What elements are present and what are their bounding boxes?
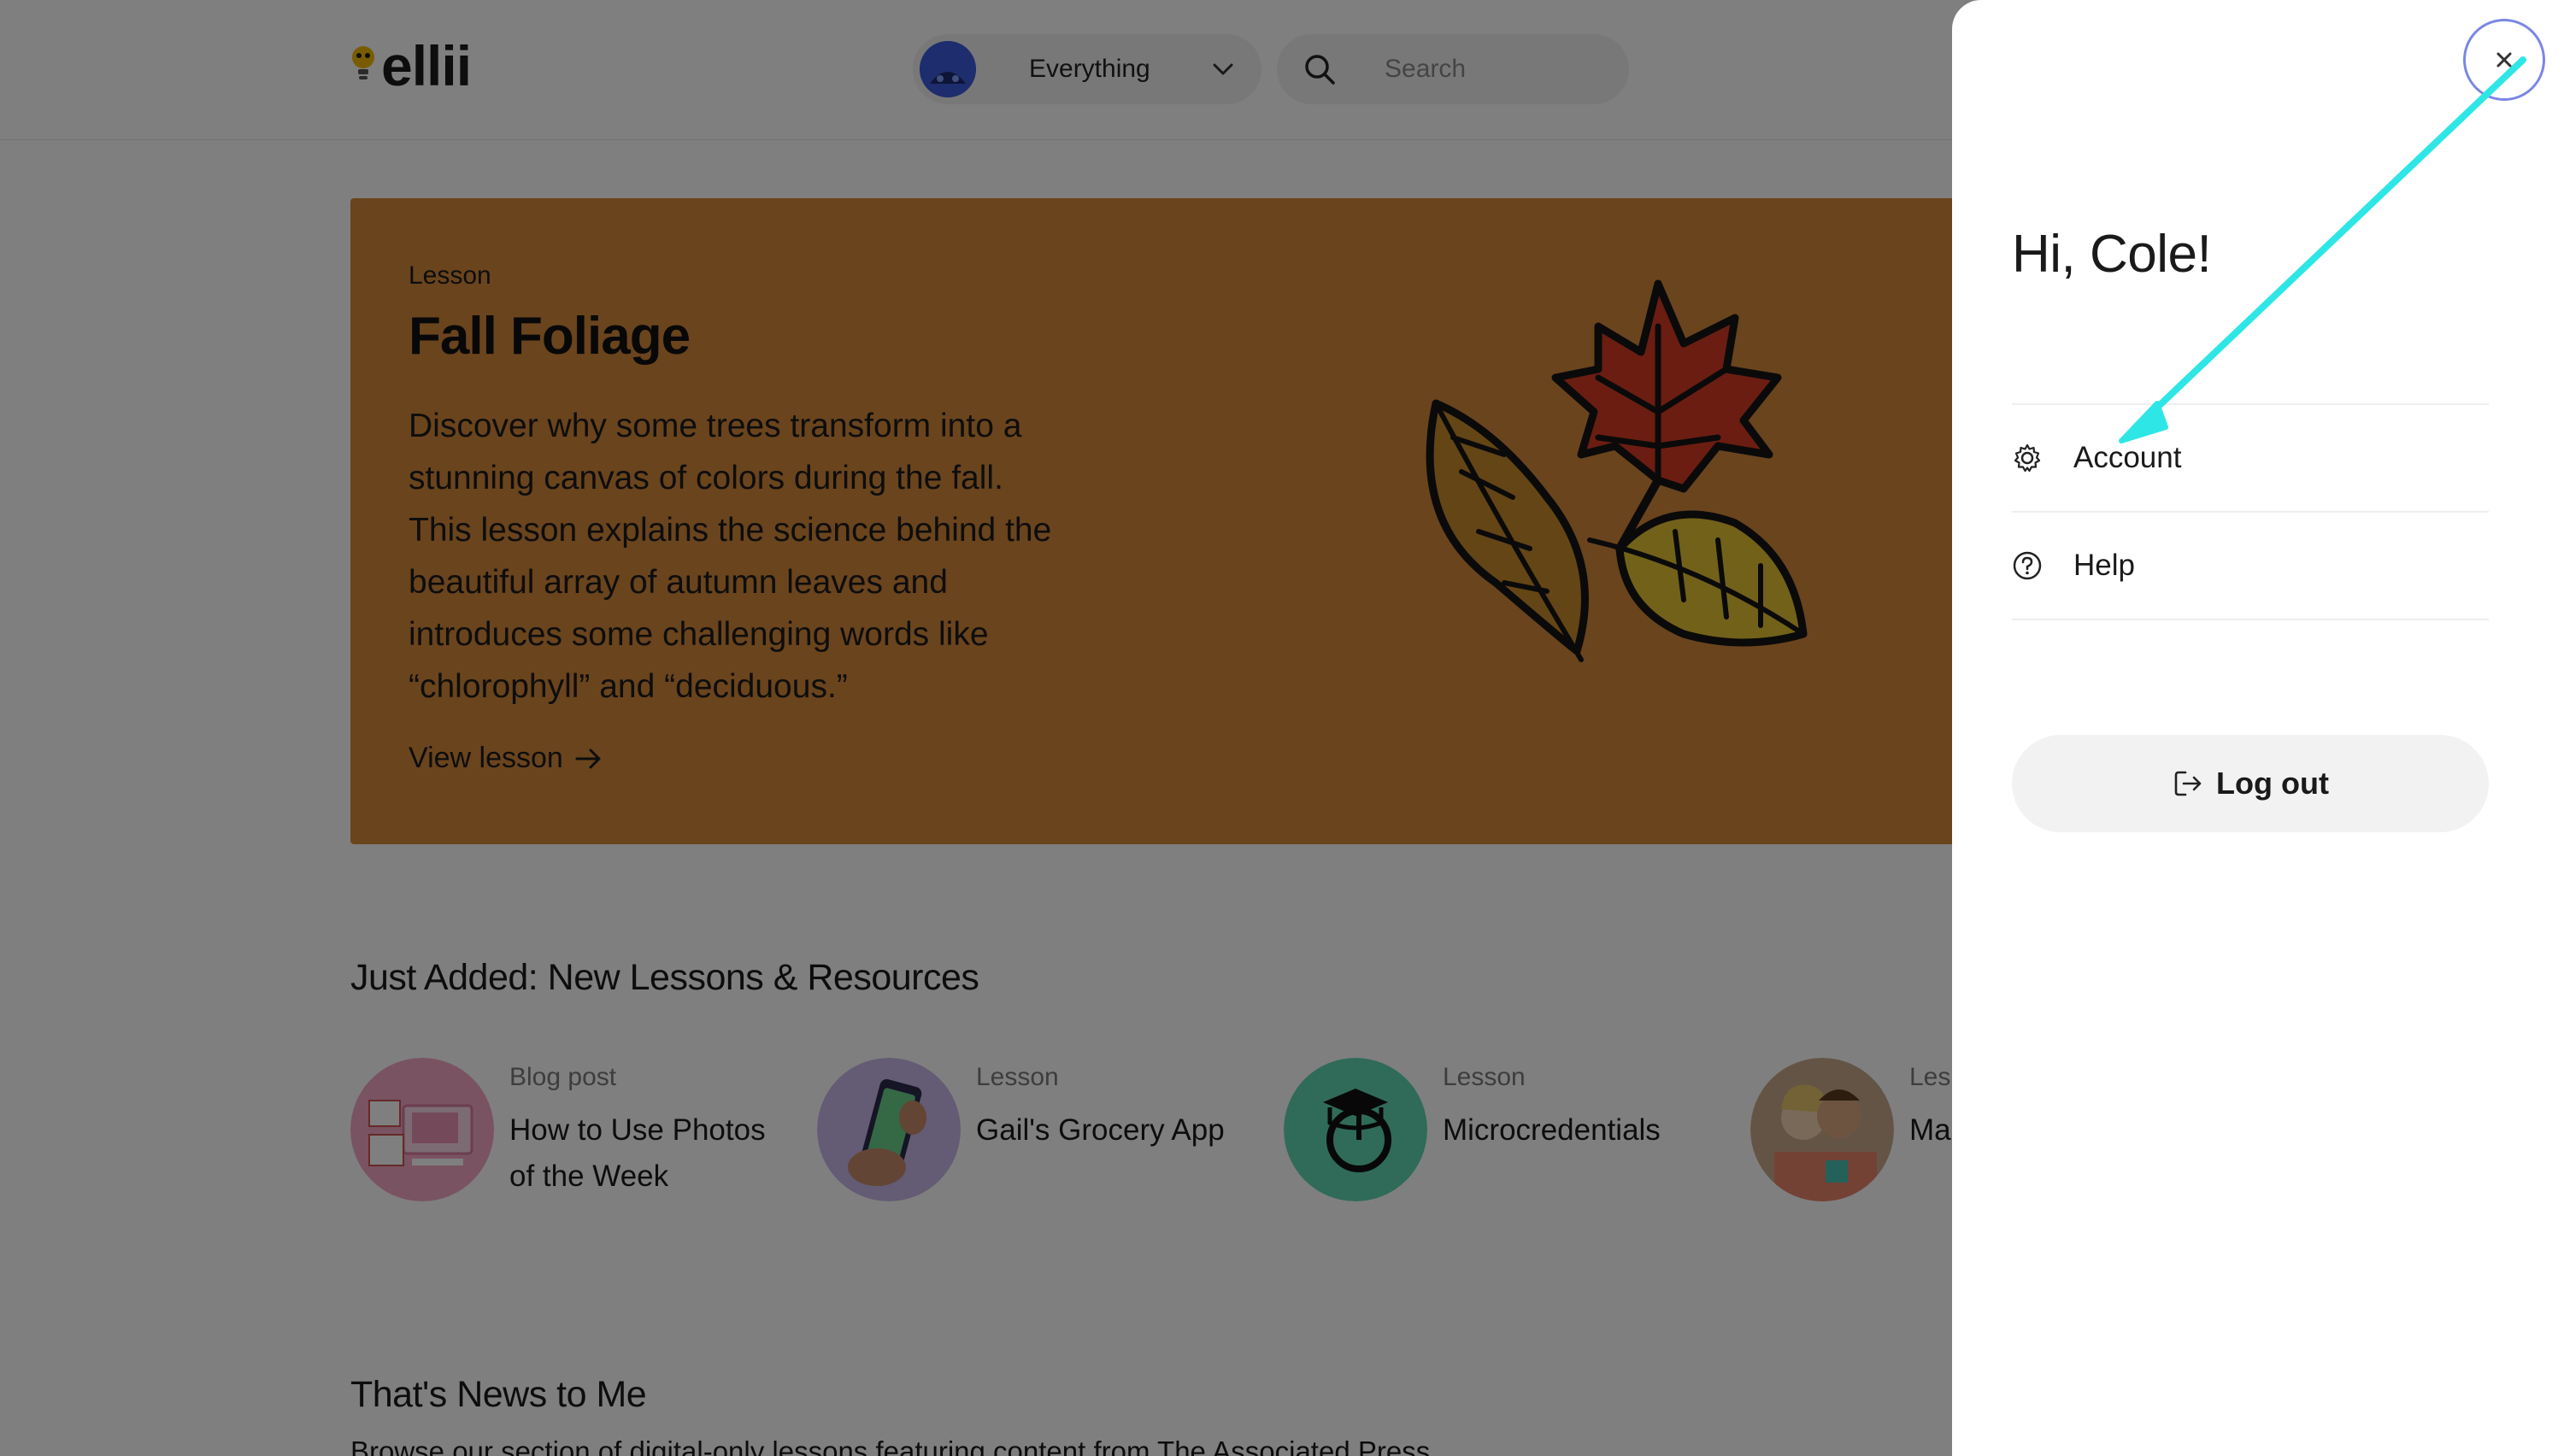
menu-item-account[interactable]: Account	[2012, 405, 2489, 511]
menu-item-help[interactable]: Help	[2012, 513, 2489, 619]
profile-drawer: Hi, Cole! Account Help Log out	[1952, 0, 2564, 1456]
close-icon	[2496, 52, 2512, 68]
divider	[2012, 619, 2489, 620]
logout-icon	[2174, 771, 2202, 796]
logout-button[interactable]: Log out	[2012, 735, 2489, 832]
question-circle-icon	[2013, 551, 2042, 580]
gear-icon	[2014, 443, 2041, 473]
logout-label: Log out	[2216, 766, 2329, 801]
menu-item-label: Account	[2073, 441, 2182, 474]
profile-menu: Account Help	[2012, 403, 2489, 620]
menu-item-label: Help	[2073, 549, 2135, 582]
greeting: Hi, Cole!	[2012, 225, 2212, 284]
close-button[interactable]	[2463, 19, 2545, 101]
